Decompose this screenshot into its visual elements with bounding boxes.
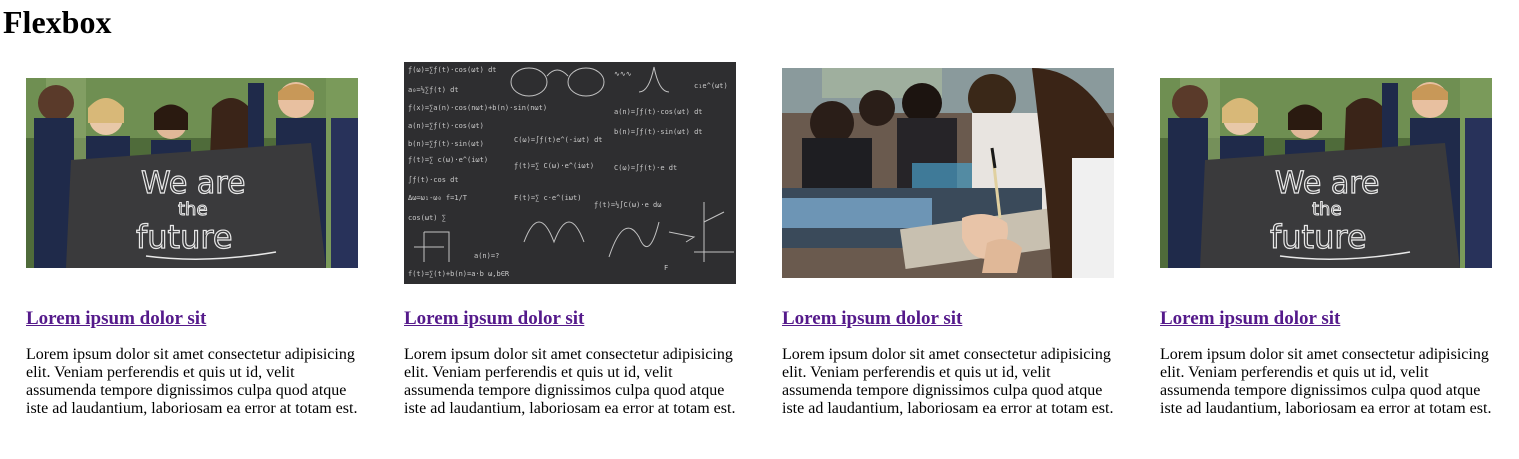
card-title-link[interactable]: Lorem ipsum dolor sit	[26, 308, 358, 330]
svg-text:b(n)=∑ƒ(t)·sin(ωt): b(n)=∑ƒ(t)·sin(ωt)	[408, 140, 484, 148]
svg-text:a(n)=∑ƒ(t)·cos(ωt): a(n)=∑ƒ(t)·cos(ωt)	[408, 122, 484, 130]
card: Lorem ipsum dolor sit Lorem ipsum dolor …	[782, 62, 1114, 418]
svg-text:c₁e^(ωt): c₁e^(ωt)	[694, 82, 728, 90]
svg-text:∿∿∿: ∿∿∿	[614, 70, 632, 78]
svg-text:Δω=ω₁-ω₀ f=1/T: Δω=ω₁-ω₀ f=1/T	[408, 194, 468, 202]
chalk-text-line-1: We are	[141, 166, 245, 201]
chalk-text-line-3: future	[1270, 218, 1367, 256]
card-description: Lorem ipsum dolor sit amet consectetur a…	[782, 346, 1114, 417]
card-description: Lorem ipsum dolor sit amet consectetur a…	[404, 346, 736, 417]
students-chalkboard-image: We are the future	[1160, 78, 1492, 268]
svg-text:ƒ(t)=∑ c(ω)·e^(iωt): ƒ(t)=∑ c(ω)·e^(iωt)	[408, 156, 488, 164]
svg-text:b(n)=∫ƒ(t)·sin(ωt) dt: b(n)=∫ƒ(t)·sin(ωt) dt	[614, 127, 703, 136]
svg-text:ƒ(ω)=∑ƒ(t)·cos(ωt) dt: ƒ(ω)=∑ƒ(t)·cos(ωt) dt	[408, 66, 497, 74]
card: ƒ(ω)=∑ƒ(t)·cos(ωt) dt ∿∿∿ a₀=½∑ƒ(t) dt c…	[404, 62, 736, 418]
svg-text:f(t)=∑(t)+b(n)=a·b ω,b∈R: f(t)=∑(t)+b(n)=a·b ω,b∈R	[408, 270, 510, 278]
svg-text:C(ω)=∫ƒ(t)e^(-iωt) dt: C(ω)=∫ƒ(t)e^(-iωt) dt	[514, 135, 603, 144]
svg-text:cos(ωt) ∑: cos(ωt) ∑	[408, 214, 446, 222]
card-description: Lorem ipsum dolor sit amet consectetur a…	[1160, 346, 1492, 417]
chalk-text-line-2: the	[178, 199, 208, 220]
svg-text:F(t)=∑ c·e^(iωt): F(t)=∑ c·e^(iωt)	[514, 194, 581, 202]
math-chalkboard-image: ƒ(ω)=∑ƒ(t)·cos(ωt) dt ∿∿∿ a₀=½∑ƒ(t) dt c…	[404, 62, 736, 284]
svg-text:ƒ(t)=½∫C(ω)·e dω: ƒ(t)=½∫C(ω)·e dω	[594, 200, 661, 209]
svg-text:ƒ(t)=∑ C(ω)·e^(iωt): ƒ(t)=∑ C(ω)·e^(iωt)	[514, 162, 594, 170]
card-description: Lorem ipsum dolor sit amet consectetur a…	[26, 346, 358, 417]
svg-text:ƒ(x)=∑a(n)·cos(nωt)+b(n)·sin(n: ƒ(x)=∑a(n)·cos(nωt)+b(n)·sin(nωt)	[408, 104, 547, 112]
chalk-text-line-2: the	[1312, 199, 1342, 220]
card-title-link[interactable]: Lorem ipsum dolor sit	[782, 308, 1114, 330]
card: We are the future Lorem ipsum dolor sit …	[26, 62, 358, 418]
card-list: We are the future Lorem ipsum dolor sit …	[26, 62, 1493, 418]
chalk-text-line-3: future	[136, 218, 233, 256]
card: We are the future Lorem ipsum dolor sit …	[1160, 62, 1492, 418]
card-title-link[interactable]: Lorem ipsum dolor sit	[1160, 308, 1492, 330]
card-title-link[interactable]: Lorem ipsum dolor sit	[404, 308, 736, 330]
classroom-student-writing-image	[782, 68, 1114, 278]
svg-text:C(ω)=∫ƒ(t)·e dt: C(ω)=∫ƒ(t)·e dt	[614, 163, 677, 172]
students-chalkboard-image: We are the future	[26, 78, 358, 268]
svg-text:∫ƒ(t)·cos dt: ∫ƒ(t)·cos dt	[408, 175, 459, 184]
svg-text:a(n)=?: a(n)=?	[474, 252, 499, 260]
svg-text:a(n)=∫ƒ(t)·cos(ωt) dt: a(n)=∫ƒ(t)·cos(ωt) dt	[614, 107, 703, 116]
page-title: Flexbox	[3, 4, 112, 40]
svg-text:a₀=½∑ƒ(t) dt: a₀=½∑ƒ(t) dt	[408, 86, 459, 94]
svg-text:F: F	[664, 264, 668, 272]
chalk-text-line-1: We are	[1275, 166, 1379, 201]
